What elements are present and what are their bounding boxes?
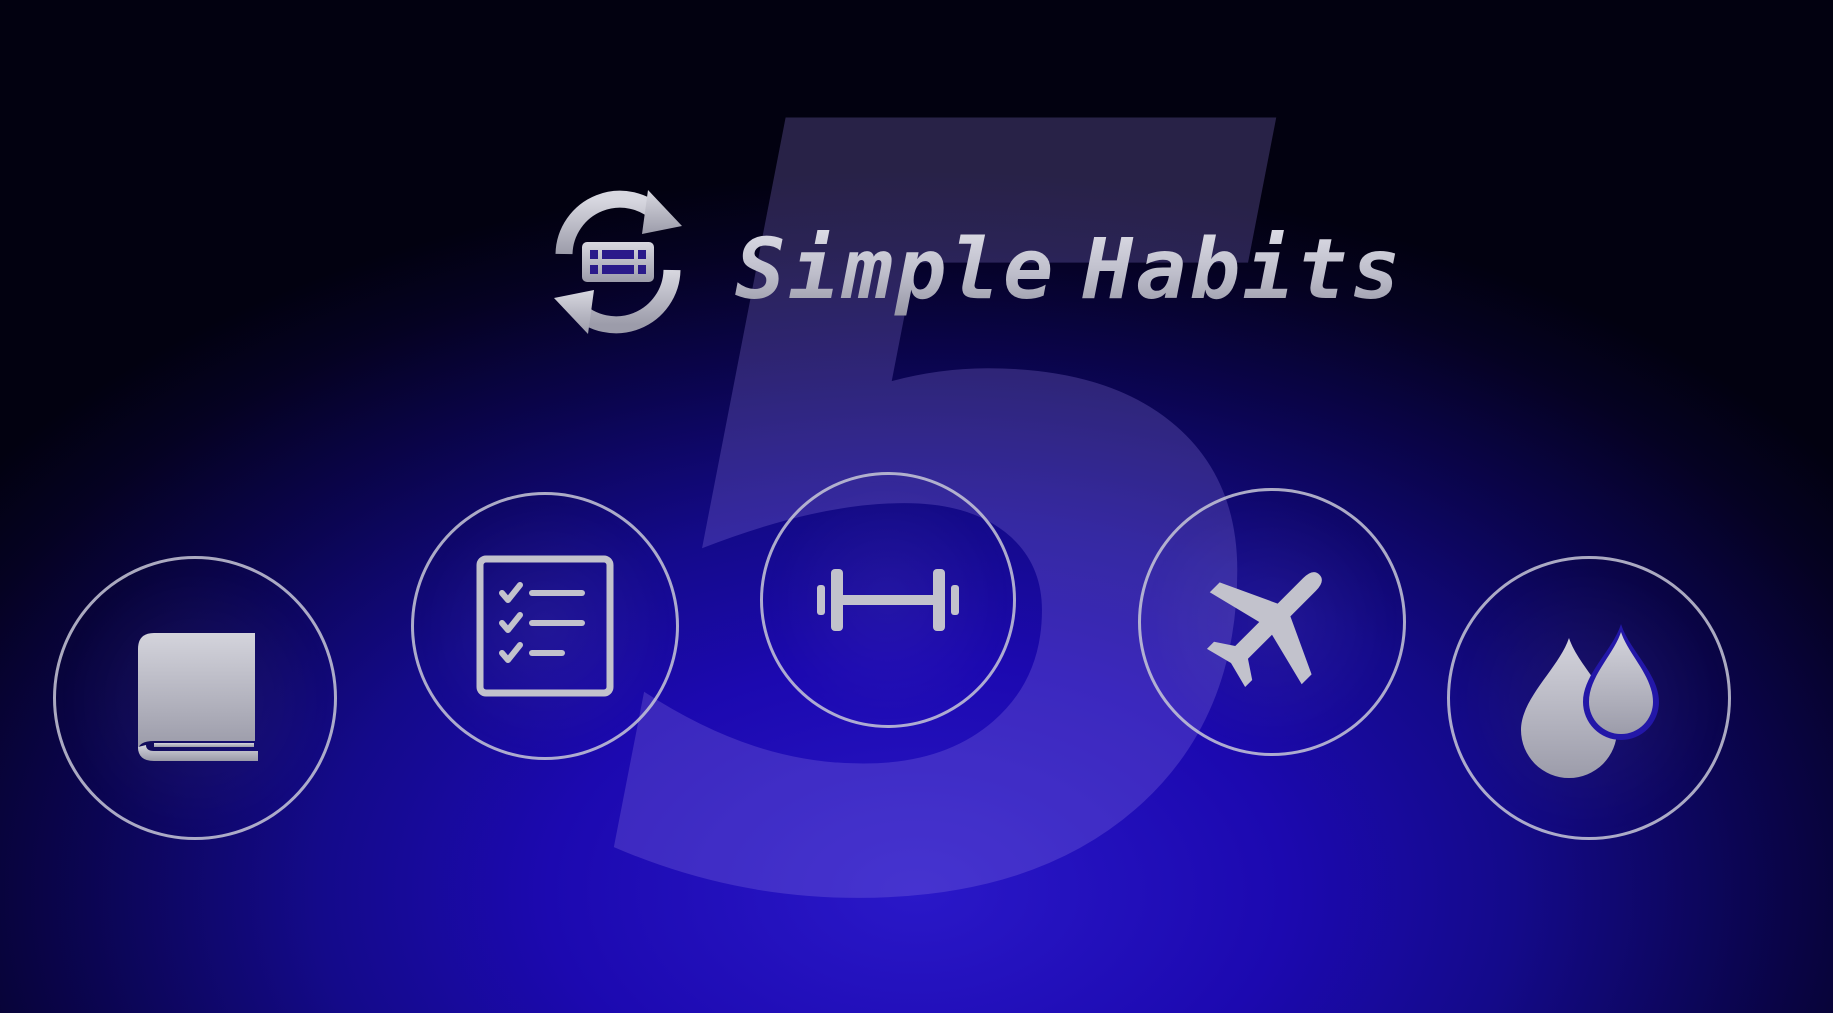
habit-travel-button[interactable] [1138,488,1406,756]
app-logo [538,182,698,342]
app-title-word-2: Habits [1082,220,1404,318]
book-icon [138,633,258,761]
checklist-icon [476,555,614,697]
airplane-icon [1206,572,1322,688]
app-splash-screen: 5 SimpleHabits [0,0,1833,1013]
water-drops-icon [1521,624,1659,778]
app-title-word-1: Simple [735,220,1057,318]
dumbbell-icon [817,569,959,631]
habit-hydration-button[interactable] [1447,556,1731,840]
sync-calendar-icon [554,190,682,334]
habit-reading-button[interactable] [53,556,337,840]
habit-workout-button[interactable] [760,472,1016,728]
app-title: Simple Habits [735,214,1404,324]
habit-tasks-button[interactable] [411,492,679,760]
